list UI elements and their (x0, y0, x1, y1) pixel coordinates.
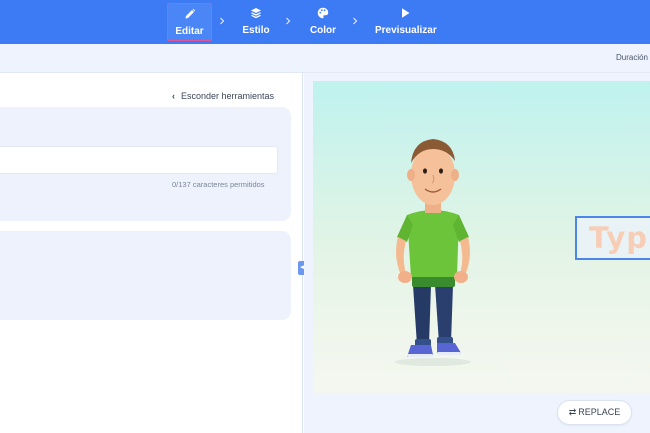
chevron-right-icon (284, 13, 292, 25)
step-previsualizar[interactable]: Previsualizar (375, 3, 437, 41)
hide-tools-label: Esconder herramientas (181, 91, 275, 101)
swap-icon: ⇄ (568, 407, 577, 417)
replace-button[interactable]: ⇄ REPLACE (557, 400, 632, 425)
options-card (0, 231, 291, 320)
cartoon-man-character (395, 139, 471, 366)
layers-icon (238, 6, 274, 23)
chevron-right-icon (218, 13, 226, 25)
step-color[interactable]: Color (306, 3, 340, 41)
preview-canvas[interactable]: Typ (313, 81, 650, 393)
play-icon (375, 6, 435, 23)
step-estilo[interactable]: Estilo (238, 3, 274, 41)
step-label: Color (309, 25, 337, 36)
pencil-icon (168, 7, 211, 24)
step-label: Estilo (242, 25, 270, 36)
step-editar[interactable]: Editar (167, 3, 212, 41)
step-label: Editar (175, 26, 204, 37)
text-box-text: Typ (589, 221, 649, 255)
chevron-left-icon: ‹ (172, 91, 175, 101)
text-edit-card: 0/137 caracteres permitidos (0, 107, 291, 221)
palette-icon (306, 6, 340, 23)
text-input[interactable] (0, 146, 278, 174)
chevron-right-icon (351, 13, 359, 25)
step-label: Previsualizar (375, 25, 437, 36)
hide-tools-button[interactable]: ‹ Esconder herramientas (172, 91, 274, 101)
sub-toolbar: Duración (0, 44, 650, 73)
step-navigation-bar: Editar Estilo Color Previsualizar (0, 0, 650, 44)
duration-label: Duración (615, 53, 648, 62)
character-count: 0/137 caracteres permitidos (172, 180, 265, 189)
text-box-element[interactable]: Typ (575, 216, 650, 260)
tools-panel: ‹ Esconder herramientas 0/137 caracteres … (0, 73, 303, 433)
replace-label: REPLACE (578, 407, 621, 417)
